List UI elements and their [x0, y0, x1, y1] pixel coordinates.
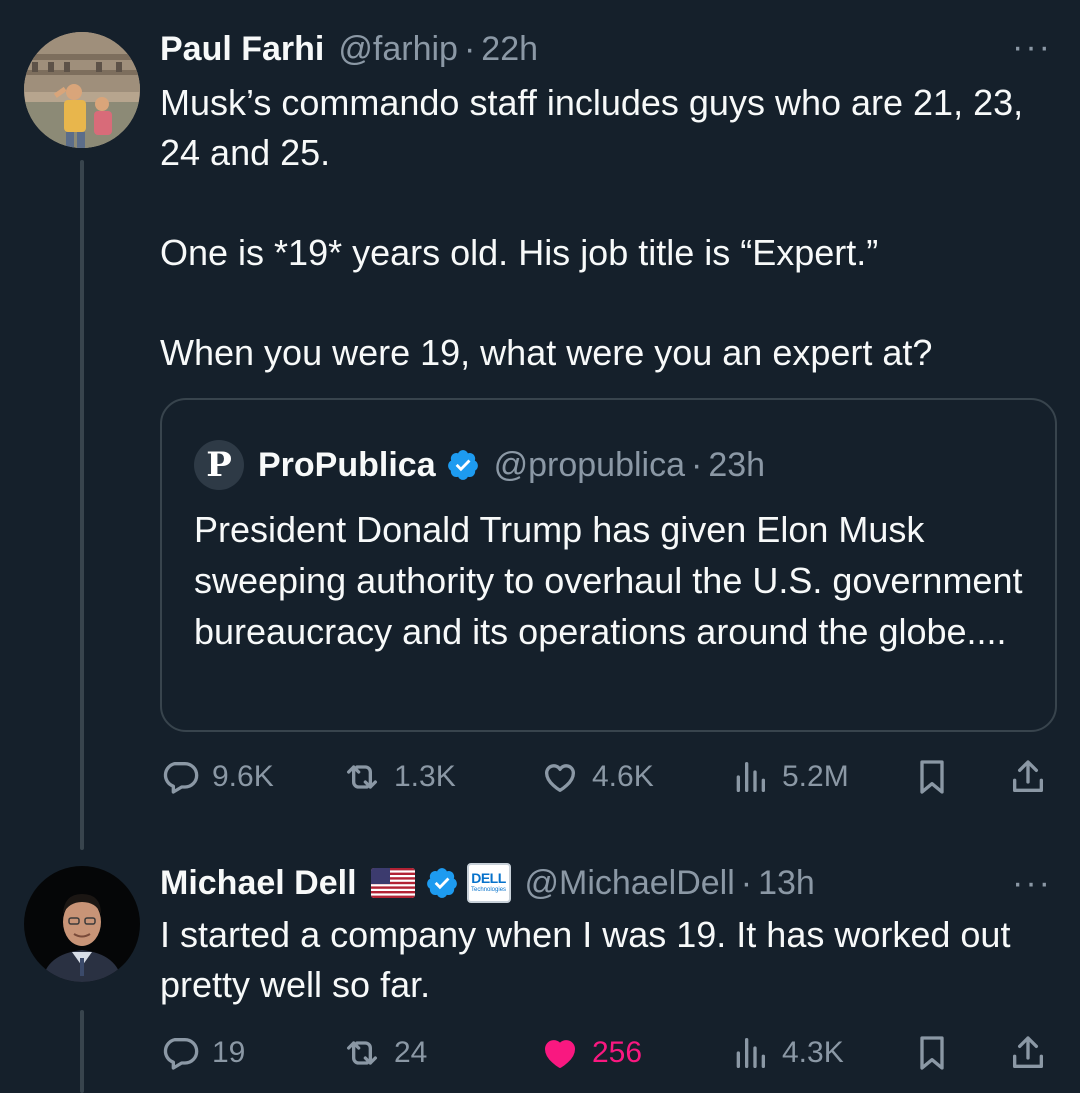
separator-dot: ·	[691, 445, 703, 484]
dell-badge-text: DELL	[471, 870, 506, 886]
tweet-paragraph: Musk’s commando staff includes guys who …	[160, 82, 1024, 173]
views-count: 4.3K	[782, 1036, 844, 1069]
more-icon[interactable]: ···	[1012, 866, 1052, 900]
views-button[interactable]: 4.3K	[730, 1028, 844, 1078]
tweet-michael-dell[interactable]: Michael Dell DELL Technologies @MichaelD…	[0, 850, 1080, 1093]
like-button[interactable]: 256	[540, 1028, 642, 1078]
tweet-header: Michael Dell DELL Technologies @MichaelD…	[160, 860, 815, 906]
verified-icon	[447, 450, 478, 480]
views-icon	[736, 1038, 765, 1068]
action-bar: 9.6K 1.3K 4.6K 5.2M	[160, 752, 1050, 802]
like-button[interactable]: 4.6K	[540, 752, 654, 802]
repost-count: 24	[394, 1036, 428, 1069]
bookmark-button[interactable]	[912, 752, 964, 802]
tweet-paragraph: One is *19* years old. His job title is …	[160, 232, 879, 273]
author-name[interactable]: Michael Dell	[160, 864, 357, 903]
bookmark-button[interactable]	[912, 1028, 964, 1078]
reply-button[interactable]: 9.6K	[160, 752, 274, 802]
avatar[interactable]	[24, 866, 140, 982]
us-flag-icon	[370, 868, 415, 898]
separator-dot: ·	[463, 29, 476, 68]
timestamp[interactable]: 22h	[481, 30, 538, 69]
more-icon[interactable]: ···	[1012, 30, 1052, 64]
thread-line	[80, 160, 84, 850]
like-count: 256	[592, 1036, 643, 1069]
reply-icon	[163, 762, 199, 794]
tweet-paul-farhi[interactable]: Paul Farhi @farhip · 22h ··· Musk’s comm…	[0, 0, 1080, 850]
repost-count: 1.3K	[394, 760, 456, 793]
repost-icon	[347, 1041, 377, 1065]
share-icon	[1013, 1036, 1043, 1068]
verified-icon	[426, 868, 457, 898]
views-count: 5.2M	[782, 760, 849, 793]
views-icon	[736, 762, 765, 792]
reply-count: 19	[212, 1036, 246, 1069]
dell-badge-subtext: Technologies	[471, 887, 507, 893]
tweet-paragraph: When you were 19, what were you an exper…	[160, 332, 933, 373]
quoted-author-handle[interactable]: @propublica	[494, 446, 685, 485]
repost-button[interactable]: 1.3K	[342, 752, 456, 802]
propublica-logo[interactable]: P	[194, 440, 244, 490]
repost-icon	[347, 765, 377, 789]
share-button[interactable]	[1008, 752, 1060, 802]
tweet-text: Musk’s commando staff includes guys who …	[160, 78, 1040, 378]
views-button[interactable]: 5.2M	[730, 752, 849, 802]
author-handle[interactable]: @MichaelDell	[525, 864, 735, 903]
thread-line	[80, 1010, 84, 1093]
quoted-tweet-text: President Donald Trump has given Elon Mu…	[194, 509, 1023, 652]
repost-button[interactable]: 24	[342, 1028, 427, 1078]
dell-affiliation-badge[interactable]: DELL Technologies	[466, 863, 511, 903]
tweet-text: I started a company when I was 19. It ha…	[160, 914, 1011, 1005]
quoted-tweet[interactable]: P ProPublica @propublica · 23h President…	[160, 398, 1057, 732]
bookmark-icon	[920, 1036, 944, 1070]
reply-button[interactable]: 19	[160, 1028, 245, 1078]
share-button[interactable]	[1008, 1028, 1060, 1078]
reply-icon	[163, 1038, 199, 1070]
share-icon	[1013, 760, 1043, 792]
quoted-author-name[interactable]: ProPublica	[258, 446, 436, 485]
action-bar: 19 24 256 4.3K	[160, 1028, 1050, 1078]
like-icon	[545, 764, 575, 792]
reply-count: 9.6K	[212, 760, 274, 793]
like-icon	[545, 1040, 575, 1068]
tweet-header: Paul Farhi @farhip · 22h	[160, 26, 538, 72]
quoted-tweet-header: P ProPublica @propublica · 23h	[194, 440, 765, 490]
avatar[interactable]	[24, 32, 140, 148]
bookmark-icon	[920, 760, 944, 794]
author-handle[interactable]: @farhip	[338, 30, 458, 69]
quoted-timestamp[interactable]: 23h	[708, 446, 765, 485]
separator-dot: ·	[740, 863, 753, 902]
author-name[interactable]: Paul Farhi	[160, 30, 324, 69]
like-count: 4.6K	[592, 760, 654, 793]
timestamp[interactable]: 13h	[758, 864, 815, 903]
